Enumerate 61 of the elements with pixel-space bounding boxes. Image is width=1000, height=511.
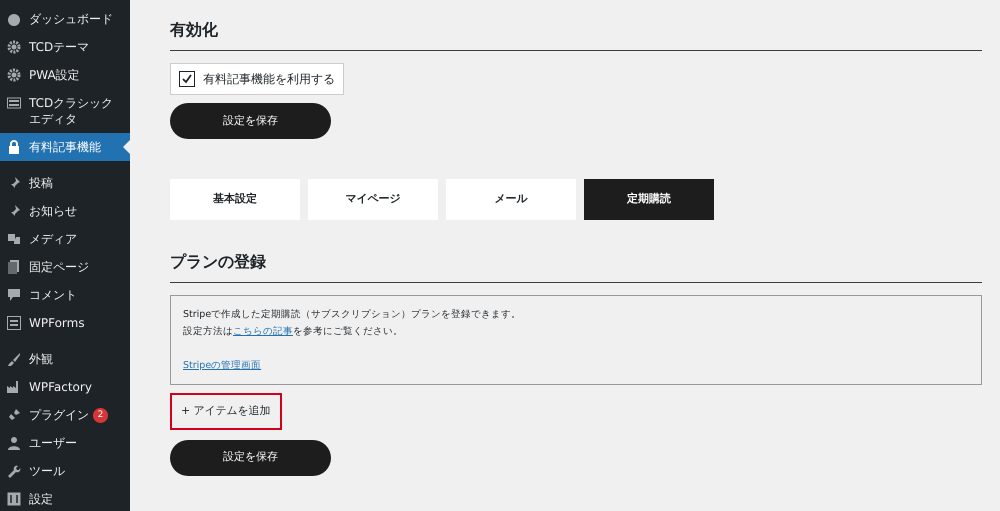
menu-label: 固定ページ	[29, 259, 89, 275]
sidebar-item[interactable]: ユーザー	[0, 429, 130, 457]
sidebar-item[interactable]: 固定ページ	[0, 253, 130, 281]
gear-icon	[7, 68, 21, 82]
menu-label: コメント	[29, 287, 77, 303]
tab[interactable]: 基本設定	[170, 179, 300, 220]
menu-label: TCDクラシックエディタ	[29, 95, 114, 127]
sidebar-item[interactable]: ダッシュボード	[0, 5, 130, 33]
sidebar-item[interactable]: 設定	[0, 485, 130, 511]
menu-label: WPFactory	[29, 379, 92, 395]
menu-label: 設定	[29, 491, 53, 507]
sidebar-item[interactable]: お知らせ	[0, 197, 130, 225]
sidebar-item[interactable]: コメント	[0, 281, 130, 309]
menu-label: プラグイン	[29, 407, 89, 423]
sidebar-item[interactable]: TCDテーマ	[0, 33, 130, 61]
section-heading: プランの登録	[170, 250, 982, 283]
sidebar-item[interactable]: WPForms	[0, 309, 130, 337]
description-text: Stripeで作成した定期購読（サブスクリプション）プランを登録できます。	[183, 308, 522, 322]
sidebar-item[interactable]: 投稿	[0, 169, 130, 197]
menu-label: WPForms	[29, 315, 85, 331]
tab[interactable]: マイページ	[308, 179, 438, 220]
menu-label: 投稿	[29, 175, 53, 191]
menu-label: メディア	[29, 231, 77, 247]
lock-icon	[7, 140, 21, 154]
checkbox[interactable]	[179, 71, 195, 87]
sidebar-item[interactable]: 有料記事機能	[0, 133, 130, 161]
user-icon	[7, 436, 21, 450]
menu-label: ツール	[29, 463, 65, 479]
menu-label: ユーザー	[29, 435, 77, 451]
brush-icon	[7, 352, 21, 366]
media-icon	[7, 232, 21, 246]
factory-icon	[7, 380, 21, 394]
guide-text: 設定方法は こちらの記事を参考にご覧ください。	[183, 325, 404, 339]
wrench-icon	[7, 464, 21, 478]
sidebar-item[interactable]: WPFactory	[0, 373, 130, 401]
add-item-button[interactable]: + アイテムを追加	[170, 393, 282, 430]
article-link[interactable]: こちらの記事	[233, 326, 293, 337]
sidebar-item[interactable]: PWA設定	[0, 61, 130, 89]
count-badge: 2	[93, 408, 108, 422]
gear-icon	[7, 40, 21, 54]
comment-icon	[7, 288, 21, 302]
manage-link[interactable]: Stripeの管理画面	[183, 360, 262, 371]
tab[interactable]: 定期購読	[584, 179, 714, 220]
sidebar-item[interactable]: メディア	[0, 225, 130, 253]
save-button[interactable]: 設定を保存	[170, 103, 331, 139]
sidebar-item[interactable]: 外観	[0, 345, 130, 373]
menu-label: ダッシュボード	[29, 11, 113, 27]
menu-label: PWA設定	[29, 67, 80, 83]
menu-label: 外観	[29, 351, 53, 367]
sidebar-item[interactable]: TCDクラシックエディタ	[0, 89, 130, 133]
sidebar-item[interactable]: ツール	[0, 457, 130, 485]
pages-icon	[7, 260, 21, 274]
section-heading: 有効化	[170, 18, 982, 51]
sidebar-item[interactable]: プラグイン 2	[0, 401, 130, 429]
form-icon	[7, 316, 21, 330]
menu-label: お知らせ	[29, 203, 77, 219]
menu-label: TCDテーマ	[29, 39, 90, 55]
checkbox-label: 有料記事機能を利用する	[203, 71, 335, 88]
save-button[interactable]: 設定を保存	[170, 440, 331, 476]
tab[interactable]: メール	[446, 179, 576, 220]
menu-label: 有料記事機能	[29, 139, 101, 155]
